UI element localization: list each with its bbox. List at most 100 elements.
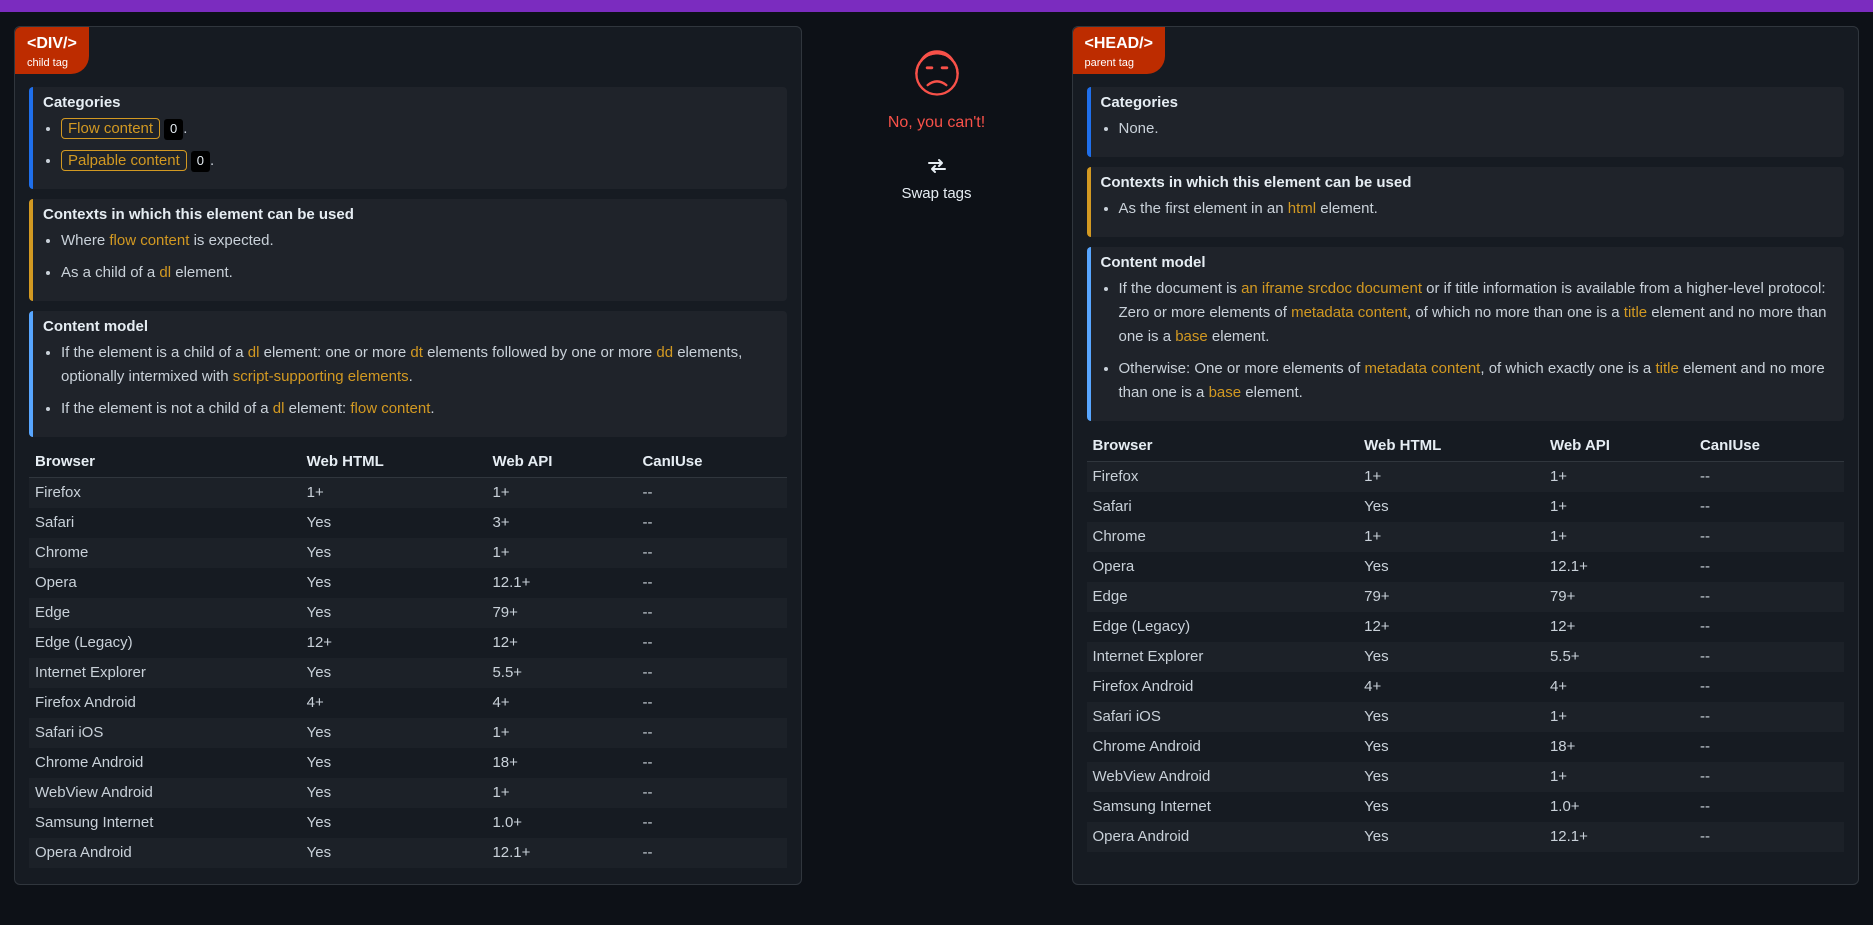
th-webhtml: Web HTML	[1358, 431, 1544, 462]
table-row: Opera AndroidYes12.1+--	[29, 838, 787, 868]
table-row: Safari iOSYes1+--	[1087, 702, 1845, 732]
cell-browser: Opera Android	[29, 838, 301, 868]
cell-caniuse: --	[636, 808, 786, 838]
cell-webhtml: Yes	[301, 778, 487, 808]
th-webapi: Web API	[1544, 431, 1694, 462]
cell-caniuse: --	[1694, 522, 1844, 552]
cell-browser: Firefox	[29, 478, 301, 509]
table-row: Firefox Android4+4+--	[29, 688, 787, 718]
sad-face-icon	[907, 42, 967, 102]
table-row: Chrome AndroidYes18+--	[1087, 732, 1845, 762]
cell-webapi: 12.1+	[1544, 552, 1694, 582]
spec-link[interactable]: base	[1175, 328, 1208, 345]
parent-tag-role: parent tag	[1085, 55, 1153, 73]
parent-tag-label: <HEAD/> parent tag	[1073, 27, 1165, 74]
cell-caniuse: --	[636, 688, 786, 718]
spec-link[interactable]: dl	[248, 344, 260, 361]
table-row: Internet ExplorerYes5.5+--	[1087, 642, 1845, 672]
right-contentmodel-list: If the document is an iframe srcdoc docu…	[1119, 277, 1835, 419]
cell-caniuse: --	[1694, 762, 1844, 792]
cell-webhtml: 4+	[301, 688, 487, 718]
cell-browser: Samsung Internet	[29, 808, 301, 838]
spec-link[interactable]: base	[1209, 384, 1242, 401]
parent-tag-panel: <HEAD/> parent tag Categories None. Cont…	[1072, 26, 1860, 885]
cell-caniuse: --	[636, 628, 786, 658]
cell-webhtml: Yes	[301, 568, 487, 598]
context-item: Where flow content is expected.	[61, 229, 777, 253]
cell-browser: Internet Explorer	[29, 658, 301, 688]
cell-caniuse: --	[636, 478, 786, 509]
spec-link[interactable]: dl	[273, 400, 285, 417]
table-row: Chrome1+1+--	[1087, 522, 1845, 552]
right-contexts-list: As the first element in an html element.	[1119, 197, 1835, 235]
table-row: Firefox Android4+4+--	[1087, 672, 1845, 702]
cell-browser: Edge (Legacy)	[1087, 612, 1359, 642]
cell-webapi: 79+	[486, 598, 636, 628]
th-browser: Browser	[1087, 431, 1359, 462]
table-row: Edge (Legacy)12+12+--	[1087, 612, 1845, 642]
left-compat-table: Browser Web HTML Web API CanIUse Firefox…	[29, 447, 787, 868]
spec-link[interactable]: an iframe srcdoc document	[1241, 280, 1422, 297]
context-item: As a child of a dl element.	[61, 261, 777, 285]
child-tag-label: <DIV/> child tag	[15, 27, 89, 74]
spec-link[interactable]: flow content	[109, 232, 189, 249]
cell-caniuse: --	[636, 568, 786, 598]
cell-webapi: 1+	[1544, 522, 1694, 552]
contentmodel-item: If the element is a child of a dl elemen…	[61, 341, 777, 389]
category-link[interactable]: Flow content	[61, 118, 160, 139]
cell-webapi: 12+	[1544, 612, 1694, 642]
cell-caniuse: --	[1694, 552, 1844, 582]
cell-webapi: 1+	[486, 718, 636, 748]
cell-webapi: 18+	[486, 748, 636, 778]
cell-webapi: 12+	[486, 628, 636, 658]
cell-webapi: 1+	[1544, 762, 1694, 792]
category-item: None.	[1119, 117, 1835, 141]
spec-link[interactable]: dl	[159, 264, 171, 281]
contentmodel-item: Otherwise: One or more elements of metad…	[1119, 357, 1835, 405]
cell-caniuse: --	[636, 838, 786, 868]
cell-browser: Firefox Android	[29, 688, 301, 718]
cell-caniuse: --	[1694, 492, 1844, 522]
cell-webapi: 12.1+	[1544, 822, 1694, 852]
table-row: Safari iOSYes1+--	[29, 718, 787, 748]
cell-browser: Chrome	[29, 538, 301, 568]
left-contentmodel-title: Content model	[43, 315, 777, 339]
spec-link[interactable]: metadata content	[1364, 360, 1480, 377]
table-row: ChromeYes1+--	[29, 538, 787, 568]
cell-webhtml: Yes	[301, 718, 487, 748]
cell-webhtml: Yes	[301, 838, 487, 868]
table-row: Edge79+79+--	[1087, 582, 1845, 612]
spec-link[interactable]: metadata content	[1291, 304, 1407, 321]
th-caniuse: CanIUse	[1694, 431, 1844, 462]
spec-link[interactable]: title	[1624, 304, 1647, 321]
th-caniuse: CanIUse	[636, 447, 786, 478]
spec-link[interactable]: dd	[656, 344, 673, 361]
spec-link[interactable]: dt	[410, 344, 423, 361]
cell-webhtml: Yes	[1358, 642, 1544, 672]
swap-tags-button[interactable]: Swap tags	[901, 182, 971, 206]
cell-webapi: 3+	[486, 508, 636, 538]
right-contentmodel-section: Content model If the document is an ifra…	[1087, 247, 1845, 421]
cell-caniuse: --	[1694, 642, 1844, 672]
right-compat-table: Browser Web HTML Web API CanIUse Firefox…	[1087, 431, 1845, 852]
left-categories-section: Categories Flow content0.Palpable conten…	[29, 87, 787, 189]
table-row: SafariYes3+--	[29, 508, 787, 538]
right-categories-section: Categories None.	[1087, 87, 1845, 157]
spec-link[interactable]: html	[1288, 200, 1316, 217]
cell-browser: Safari	[1087, 492, 1359, 522]
spec-link[interactable]: flow content	[350, 400, 430, 417]
table-row: OperaYes12.1+--	[1087, 552, 1845, 582]
cell-webapi: 1+	[486, 778, 636, 808]
spec-link[interactable]: script-supporting elements	[233, 368, 409, 385]
cell-webhtml: Yes	[301, 538, 487, 568]
spec-link[interactable]: title	[1655, 360, 1678, 377]
cell-webhtml: Yes	[301, 808, 487, 838]
category-item: Flow content0.	[61, 117, 777, 141]
cell-webhtml: 12+	[1358, 612, 1544, 642]
cell-browser: Edge	[29, 598, 301, 628]
table-row: Samsung InternetYes1.0+--	[1087, 792, 1845, 822]
swap-arrows-icon[interactable]	[925, 154, 949, 178]
main-wrap: <DIV/> child tag Categories Flow content…	[0, 12, 1873, 925]
category-link[interactable]: Palpable content	[61, 150, 187, 171]
cell-browser: WebView Android	[1087, 762, 1359, 792]
